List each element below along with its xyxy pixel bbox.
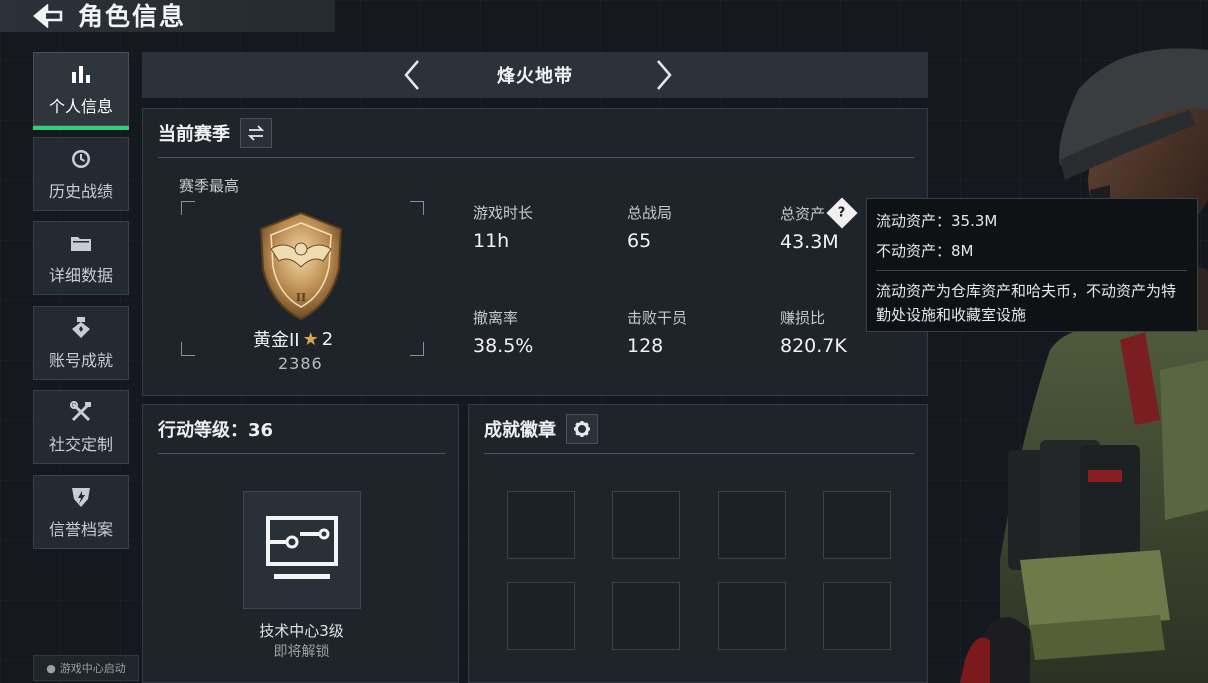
divider xyxy=(158,453,446,454)
rank-name: 黄金II ★ 2 xyxy=(253,326,333,352)
tooltip-description: 流动资产为仓库资产和哈夫币，不动资产为特勤处设施和收藏室设施 xyxy=(876,282,1177,324)
sidebar-item-achievements[interactable]: 账号成就 xyxy=(33,305,129,380)
swap-icon xyxy=(247,125,265,141)
gear-icon xyxy=(574,421,590,437)
stat-extract-rate: 撤离率 38.5% xyxy=(473,307,533,357)
badge-slot[interactable] xyxy=(507,582,575,650)
star-icon: ★ xyxy=(302,328,319,350)
divider xyxy=(158,157,915,158)
chevron-right-icon xyxy=(657,60,672,90)
chevron-left-icon xyxy=(404,60,419,90)
tooltip-fixed-assets: 不动资产：8M xyxy=(876,242,974,260)
sidebar-item-details[interactable]: 详细数据 xyxy=(33,221,129,295)
badge-header: 成就徽章 xyxy=(469,405,927,453)
launch-label: 游戏中心启动 xyxy=(59,662,126,675)
stat-total-assets: 总资产 ? 43.3M xyxy=(780,197,858,253)
badge-slot[interactable] xyxy=(612,491,680,559)
badge-slot[interactable] xyxy=(507,491,575,559)
badge-slot[interactable] xyxy=(612,582,680,650)
help-icon[interactable]: ? xyxy=(826,197,858,229)
sidebar-item-label: 个人信息 xyxy=(48,97,113,116)
stat-label: 游戏时长 xyxy=(473,204,534,222)
sidebar-item-history[interactable]: 历史战绩 xyxy=(33,136,129,211)
rank-tier: 黄金II xyxy=(253,330,300,351)
achievement-icon xyxy=(68,315,94,341)
stat-value: 38.5% xyxy=(473,335,534,357)
folder-icon xyxy=(68,230,94,256)
stat-label: 撤离率 xyxy=(473,309,519,327)
season-panel: 当前赛季 赛季最高 II 黄金II ★ 2 2386 游戏时长 11h 总战局 … xyxy=(142,108,928,396)
tools-icon xyxy=(68,399,94,425)
stat-value: 43.3M xyxy=(780,231,839,253)
clock-icon xyxy=(68,146,94,172)
sidebar-item-credit[interactable]: 信誉档案 xyxy=(33,474,129,549)
badge-slot[interactable] xyxy=(823,491,891,559)
badge-settings-button[interactable] xyxy=(566,414,598,444)
sidebar-item-label: 历史战绩 xyxy=(48,181,113,201)
stat-label: 赚损比 xyxy=(780,309,826,327)
sidebar-item-label: 详细数据 xyxy=(48,266,113,285)
monitor-icon xyxy=(266,516,338,579)
assets-tooltip: 流动资产：35.3M 不动资产：8M 流动资产为仓库资产和哈夫币，不动资产为特勤… xyxy=(866,198,1198,332)
prev-mode-button[interactable] xyxy=(392,55,432,95)
badge-slot[interactable] xyxy=(823,582,891,650)
switch-season-button[interactable] xyxy=(240,118,272,148)
bar-chart-icon xyxy=(68,61,94,87)
tech-center-card[interactable] xyxy=(243,491,361,609)
stat-value: 65 xyxy=(627,230,652,252)
back-button[interactable] xyxy=(28,0,68,32)
season-best-label: 赛季最高 xyxy=(179,177,240,195)
mode-title: 烽火地带 xyxy=(497,66,573,87)
level-panel: 行动等级：36 技术中心3级 即将解锁 xyxy=(142,404,459,683)
sidebar-item-personal-info[interactable]: 个人信息 xyxy=(33,52,129,130)
operator-portrait xyxy=(960,40,1208,683)
level-card-status: 即将解锁 xyxy=(273,644,330,660)
header-bar: 角色信息 xyxy=(0,0,335,32)
qq-icon: ● xyxy=(46,661,56,675)
stat-value: 820.7K xyxy=(780,335,847,357)
game-center-launch-button[interactable]: ● 游戏中心启动 xyxy=(33,655,139,681)
stat-playtime: 游戏时长 11h xyxy=(473,202,533,252)
stat-value: 11h xyxy=(473,230,510,252)
season-title: 当前赛季 xyxy=(158,124,230,145)
sidebar-item-social[interactable]: 社交定制 xyxy=(33,390,129,464)
svg-text:II: II xyxy=(296,291,306,304)
stat-label-row: 总资产 ? xyxy=(780,197,858,229)
stat-label: 击败干员 xyxy=(627,309,688,327)
tooltip-divider xyxy=(876,270,1187,271)
stat-label: 总战局 xyxy=(627,204,673,222)
back-arrow-icon xyxy=(33,4,63,28)
rank-score: 2386 xyxy=(278,354,323,373)
mode-selector: 烽火地带 xyxy=(142,52,928,98)
badge-slot[interactable] xyxy=(718,491,786,559)
sidebar-item-label: 信誉档案 xyxy=(48,519,113,539)
sidebar: 个人信息 历史战绩 详细数据 账号成就 社交定制 信誉档案 xyxy=(33,52,129,559)
rank-stars: 2 xyxy=(321,328,334,350)
stat-total-matches: 总战局 65 xyxy=(627,202,672,252)
level-header: 行动等级：36 xyxy=(143,405,458,453)
sidebar-item-label: 账号成就 xyxy=(48,350,113,370)
gold-rank-medal-icon: II xyxy=(259,211,343,321)
stat-profit-ratio: 赚损比 820.7K xyxy=(780,307,847,357)
stat-value: 128 xyxy=(627,335,664,357)
badge-slot[interactable] xyxy=(718,582,786,650)
level-title: 行动等级：36 xyxy=(158,420,274,441)
next-mode-button[interactable] xyxy=(644,55,684,95)
tooltip-liquid-assets: 流动资产：35.3M xyxy=(876,212,998,230)
stat-kills: 击败干员 128 xyxy=(627,307,687,357)
shield-icon xyxy=(68,484,94,510)
divider xyxy=(484,453,915,454)
badge-title: 成就徽章 xyxy=(484,420,556,441)
badge-panel: 成就徽章 xyxy=(468,404,928,683)
sidebar-item-label: 社交定制 xyxy=(48,435,113,454)
stat-label: 总资产 xyxy=(780,204,826,223)
level-card-name: 技术中心3级 xyxy=(259,622,344,640)
page-title: 角色信息 xyxy=(78,2,187,31)
season-header: 当前赛季 xyxy=(143,109,927,157)
